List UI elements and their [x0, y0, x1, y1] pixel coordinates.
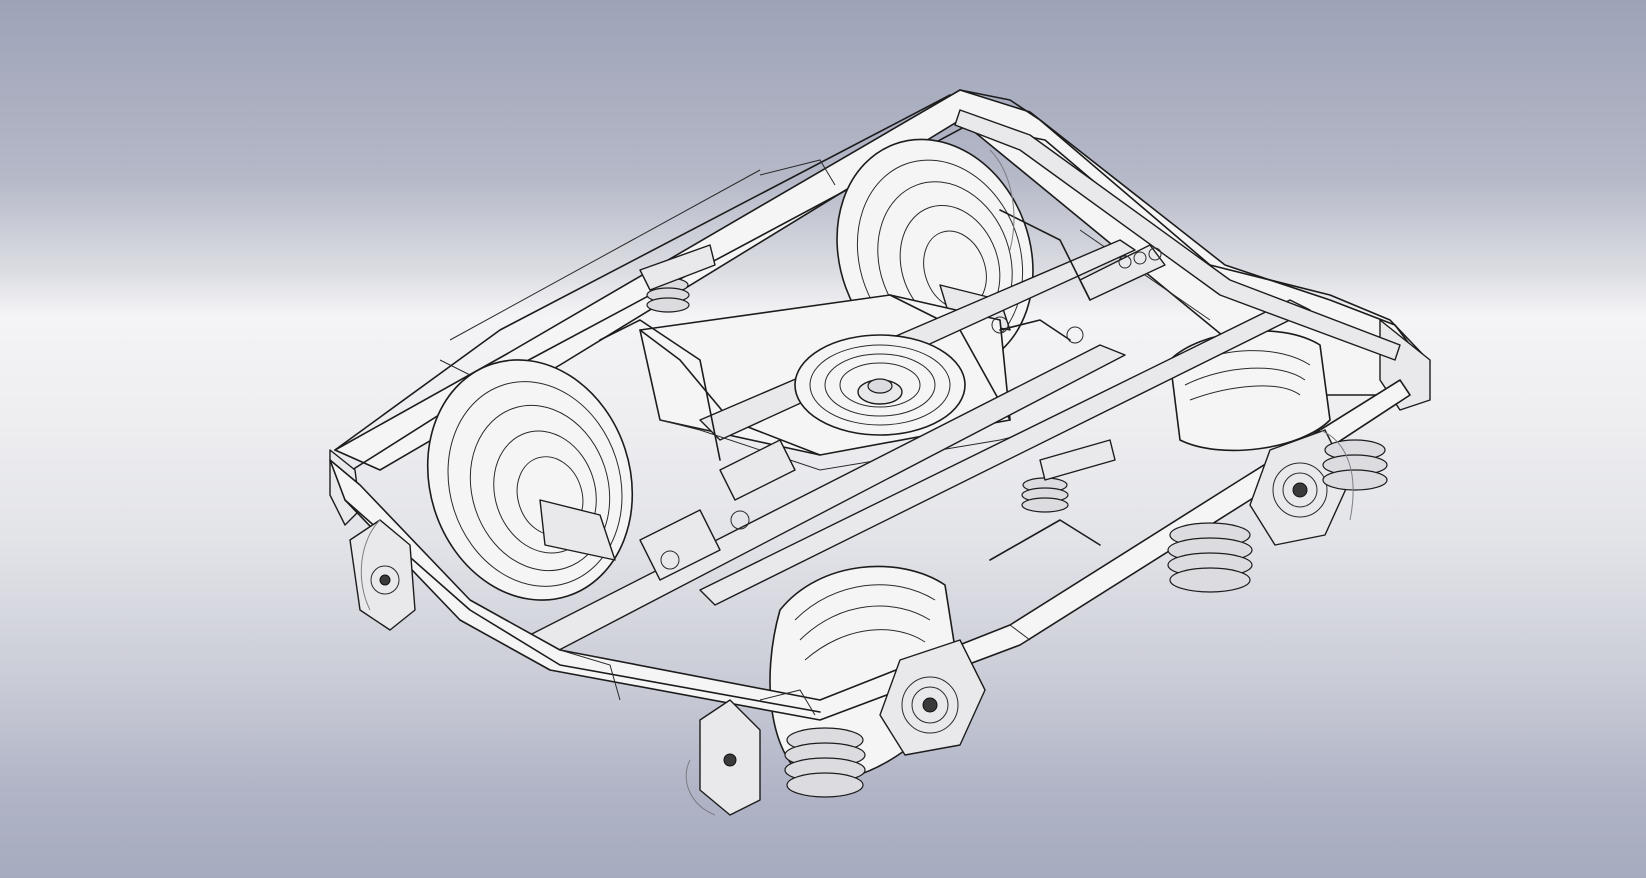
bogie-assembly-model[interactable]: [0, 0, 1646, 878]
spring-stack-near: [784, 727, 866, 798]
cad-viewport[interactable]: [0, 0, 1646, 878]
center-pivot-bowl[interactable]: [794, 334, 966, 436]
